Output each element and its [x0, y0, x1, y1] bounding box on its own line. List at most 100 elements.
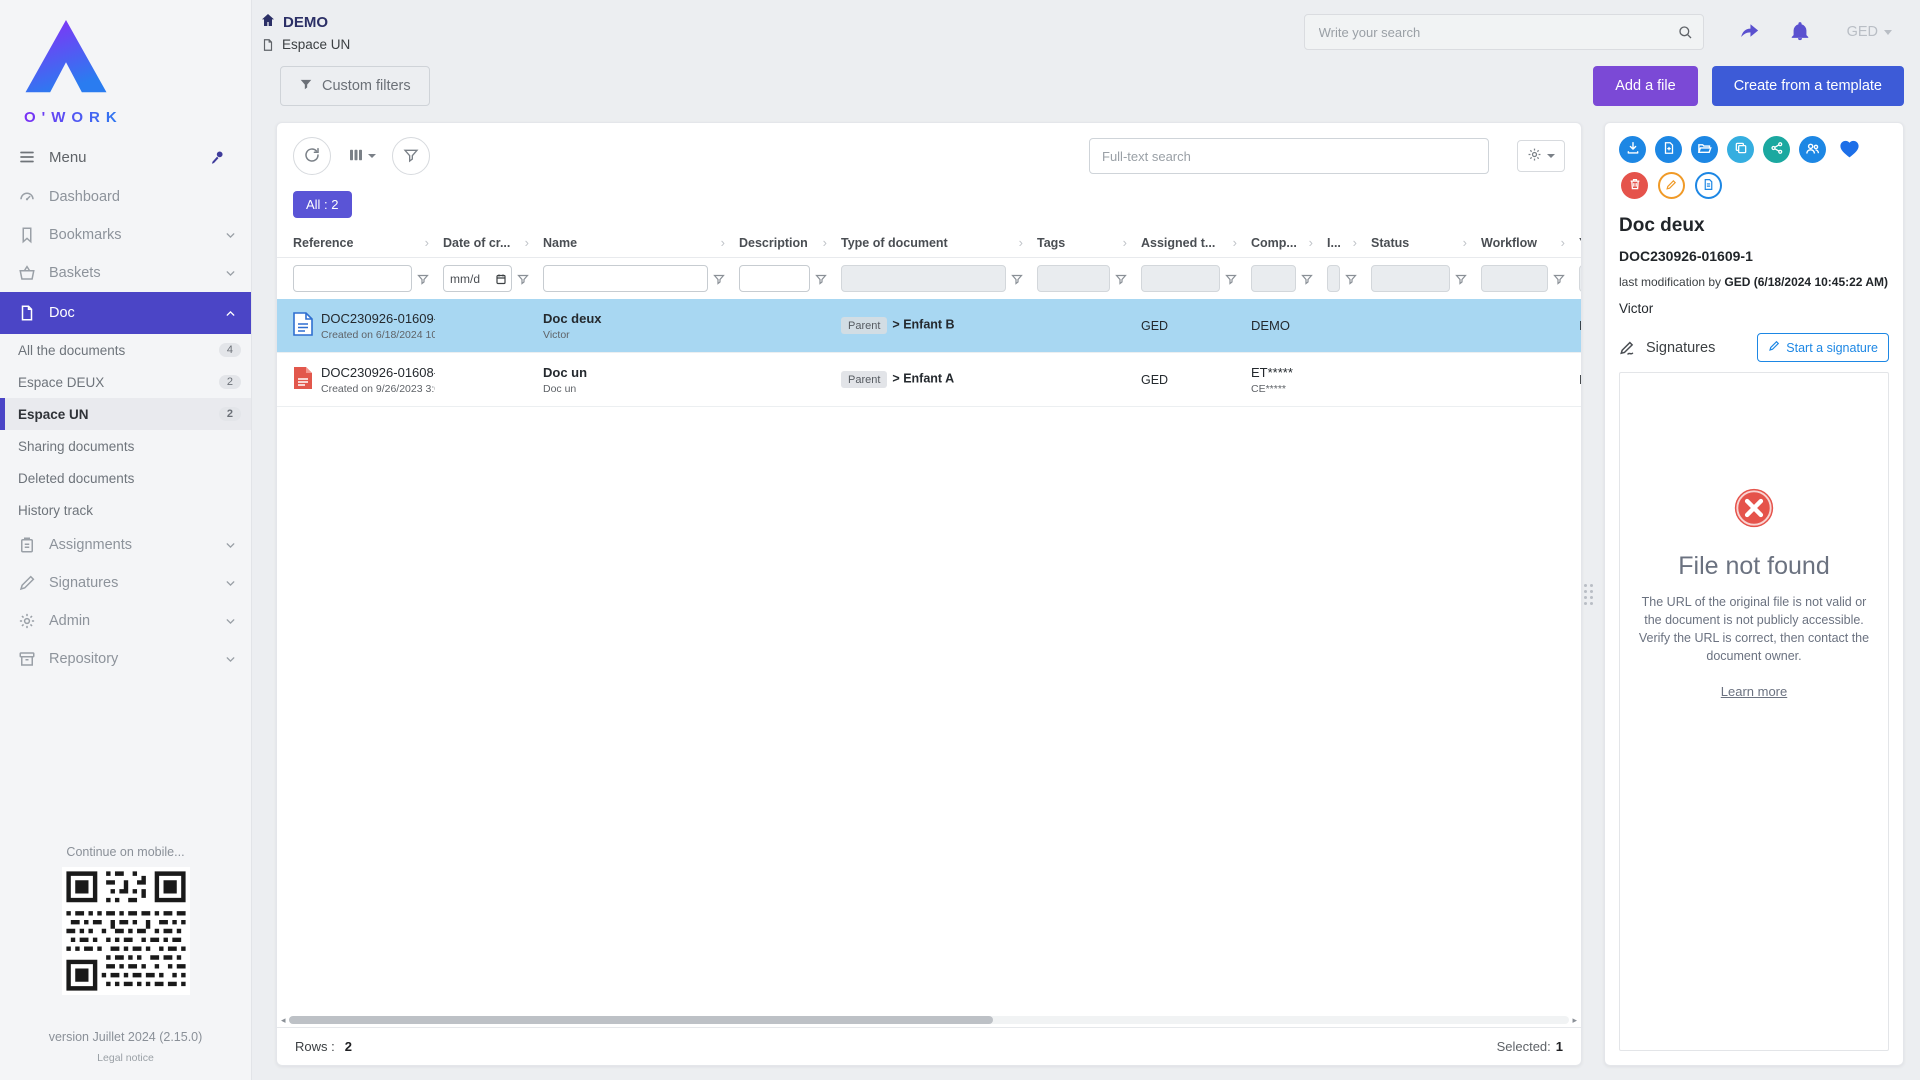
column-header-reference[interactable]: Reference›: [285, 228, 435, 257]
column-header-company[interactable]: Comp...›: [1243, 228, 1319, 257]
sidebar-item-doc[interactable]: Doc: [0, 292, 251, 334]
filters-button[interactable]: [392, 137, 430, 175]
refresh-button[interactable]: [293, 137, 331, 175]
column-header-name[interactable]: Name›: [535, 228, 731, 257]
table-row[interactable]: DOC230926-01609-1 Created on 6/18/2024 1…: [277, 299, 1581, 353]
sidebar-item-history-track[interactable]: History track: [0, 494, 251, 526]
scroll-right-icon[interactable]: ▸: [1572, 1016, 1577, 1025]
global-search-input[interactable]: [1319, 25, 1677, 40]
pin-sidebar-icon[interactable]: [210, 150, 225, 165]
column-header-assigned[interactable]: Assigned t...›: [1133, 228, 1243, 257]
filter-i-select[interactable]: [1327, 265, 1340, 292]
folder-open-icon: [1697, 141, 1712, 159]
horizontal-scrollbar[interactable]: ◂ ▸: [277, 1013, 1581, 1027]
panel-resize-handle[interactable]: [1582, 122, 1594, 1066]
sidebar-item-all-documents[interactable]: All the documents 4: [0, 334, 251, 366]
filter-date-input[interactable]: [443, 265, 512, 292]
search-icon[interactable]: [1677, 24, 1693, 40]
filter-type-select[interactable]: [841, 265, 1006, 292]
app-logo[interactable]: O'WORK: [0, 0, 251, 132]
user-menu[interactable]: GED: [1847, 24, 1892, 40]
calendar-icon[interactable]: [495, 273, 507, 285]
workspace-home[interactable]: DEMO: [260, 12, 350, 32]
favorite-button[interactable]: [1837, 137, 1862, 163]
funnel-icon[interactable]: [417, 273, 429, 285]
sidebar-item-deleted-documents[interactable]: Deleted documents: [0, 462, 251, 494]
filter-description-input[interactable]: [739, 265, 810, 292]
column-header-status[interactable]: Status›: [1363, 228, 1473, 257]
caret-down-icon: [368, 154, 376, 158]
sidebar-item-dashboard[interactable]: Dashboard: [0, 178, 251, 216]
share-alt-button[interactable]: [1763, 136, 1790, 163]
sidebar-item-admin[interactable]: Admin: [0, 602, 251, 640]
funnel-icon[interactable]: [1225, 273, 1237, 285]
learn-more-link[interactable]: Learn more: [1721, 684, 1787, 699]
filter-company-select[interactable]: [1251, 265, 1296, 292]
column-header-date[interactable]: Date of cr...›: [435, 228, 535, 257]
subitem-label: History track: [18, 503, 93, 518]
note-button[interactable]: [1695, 172, 1722, 199]
funnel-icon[interactable]: [815, 273, 827, 285]
funnel-icon[interactable]: [1553, 273, 1565, 285]
edit-button[interactable]: [1658, 172, 1685, 199]
sidebar-item-sharing-documents[interactable]: Sharing documents: [0, 430, 251, 462]
filter-workflow-select[interactable]: [1481, 265, 1548, 292]
filter-assigned-select[interactable]: [1141, 265, 1220, 292]
scrollbar-thumb[interactable]: [289, 1016, 994, 1024]
filter-name-input[interactable]: [543, 265, 708, 292]
document-preview: File not found The URL of the original f…: [1619, 372, 1889, 1051]
delete-button[interactable]: [1621, 172, 1648, 199]
chevron-up-icon: [224, 307, 237, 320]
bell-icon: [1789, 20, 1811, 45]
users-button[interactable]: [1799, 136, 1826, 163]
start-signature-button[interactable]: Start a signature: [1757, 333, 1889, 362]
sidebar-item-assignments[interactable]: Assignments: [0, 526, 251, 564]
filter-y-select[interactable]: [1579, 265, 1581, 292]
sidebar-item-bookmarks[interactable]: Bookmarks: [0, 216, 251, 254]
copy-button[interactable]: [1727, 136, 1754, 163]
hamburger-menu-icon[interactable]: [18, 148, 36, 166]
file-add-button[interactable]: [1655, 136, 1682, 163]
column-header-i[interactable]: I...›: [1319, 228, 1363, 257]
sidebar-item-repository[interactable]: Repository: [0, 640, 251, 678]
column-header-type[interactable]: Type of document›: [833, 228, 1029, 257]
fulltext-search-input[interactable]: [1089, 138, 1489, 174]
table-settings-button[interactable]: [1517, 140, 1565, 172]
filter-tags-select[interactable]: [1037, 265, 1110, 292]
custom-filters-button[interactable]: Custom filters: [280, 66, 430, 106]
funnel-icon[interactable]: [1301, 273, 1313, 285]
sidebar-item-baskets[interactable]: Baskets: [0, 254, 251, 292]
count-badge: 4: [219, 343, 241, 357]
create-from-template-button[interactable]: Create from a template: [1712, 66, 1904, 106]
column-header-workflow[interactable]: Workflow›: [1473, 228, 1571, 257]
column-header-y[interactable]: Y...: [1571, 228, 1581, 257]
sidebar-item-espace-deux[interactable]: Espace DEUX 2: [0, 366, 251, 398]
download-button[interactable]: [1619, 136, 1646, 163]
sidebar-item-signatures[interactable]: Signatures: [0, 564, 251, 602]
column-header-description[interactable]: Description›: [731, 228, 833, 257]
funnel-icon[interactable]: [713, 273, 725, 285]
table-row[interactable]: DOC230926-01608-0 Created on 9/26/2023 3…: [277, 353, 1581, 407]
tab-all-documents[interactable]: All : 2: [293, 191, 352, 218]
funnel-icon[interactable]: [1011, 273, 1023, 285]
funnel-icon[interactable]: [517, 273, 529, 285]
chevron-icon: ›: [1229, 235, 1237, 250]
filter-status-select[interactable]: [1371, 265, 1450, 292]
columns-button[interactable]: [343, 146, 380, 167]
legal-notice-link[interactable]: Legal notice: [0, 1052, 251, 1064]
brand-name: O'WORK: [24, 109, 123, 126]
document-icon: [18, 304, 36, 322]
add-file-button[interactable]: Add a file: [1593, 66, 1697, 106]
folder-open-button[interactable]: [1691, 136, 1718, 163]
funnel-icon[interactable]: [1115, 273, 1127, 285]
filter-reference-input[interactable]: [293, 265, 412, 292]
share-button[interactable]: [1738, 19, 1761, 45]
column-header-tags[interactable]: Tags›: [1029, 228, 1133, 257]
notifications-button[interactable]: [1789, 20, 1811, 45]
sidebar-item-label: Admin: [49, 613, 90, 629]
scroll-left-icon[interactable]: ◂: [281, 1016, 286, 1025]
funnel-icon[interactable]: [1345, 273, 1357, 285]
scrollbar-track[interactable]: [289, 1016, 1570, 1024]
sidebar-item-espace-un[interactable]: Espace UN 2: [0, 398, 251, 430]
funnel-icon[interactable]: [1455, 273, 1467, 285]
